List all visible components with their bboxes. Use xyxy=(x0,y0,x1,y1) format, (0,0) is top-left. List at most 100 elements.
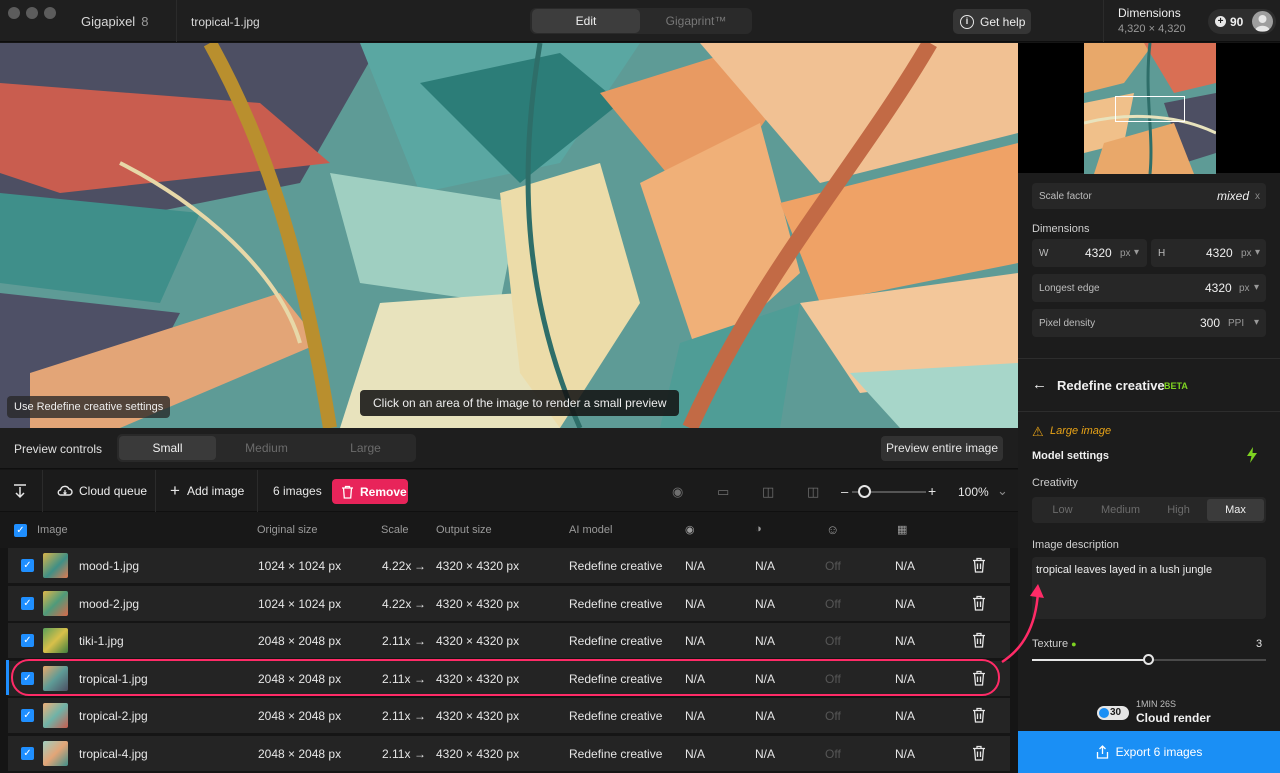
model-settings-label: Model settings xyxy=(1032,450,1110,462)
chevron-down-icon[interactable]: ▾ xyxy=(1254,317,1259,328)
row-output-size: 4320 × 4320 px xyxy=(436,747,520,761)
trash-icon xyxy=(342,485,353,499)
longest-edge-unit[interactable]: px xyxy=(1239,283,1250,294)
image-thumbnail xyxy=(43,628,68,653)
row-scale: 2.11x xyxy=(382,634,411,648)
column-ai-model[interactable]: AI model xyxy=(569,524,612,536)
creativity-selector: Low Medium High Max xyxy=(1032,497,1266,523)
height-unit[interactable]: px xyxy=(1241,248,1252,259)
pixel-density-unit[interactable]: PPI xyxy=(1228,318,1244,329)
texture-slider-handle[interactable] xyxy=(1143,654,1154,665)
creativity-max[interactable]: Max xyxy=(1207,499,1264,521)
row-value-3: Off xyxy=(825,559,841,573)
height-field[interactable]: H 4320 px ▾ xyxy=(1151,239,1266,267)
image-table-header: ✓ Image Original size Scale Output size … xyxy=(0,512,1018,548)
row-scale: 4.22x xyxy=(382,559,412,573)
export-button[interactable]: Export 6 images xyxy=(1018,731,1280,773)
remove-button[interactable]: Remove xyxy=(332,479,408,504)
delete-row-icon[interactable] xyxy=(972,557,986,573)
table-row[interactable]: ✓ mood-2.jpg 1024 × 1024 px 4.22x → 4320… xyxy=(8,586,1010,621)
table-row[interactable]: ✓ tropical-2.jpg 2048 × 2048 px 2.11x → … xyxy=(8,698,1010,733)
side-by-side-view-icon[interactable]: ◫​ xyxy=(807,484,819,500)
image-thumbnail xyxy=(43,741,68,766)
account-credits[interactable]: + 90 xyxy=(1208,9,1276,34)
chevron-down-icon[interactable]: ⌄ xyxy=(997,483,1008,499)
chevron-down-icon[interactable]: ▾ xyxy=(1254,282,1259,293)
get-help-label: Get help xyxy=(980,14,1026,29)
cloud-queue-button[interactable]: Cloud queue xyxy=(57,470,147,512)
table-row[interactable]: ✓ tiki-1.jpg 2048 × 2048 px 2.11x → 4320… xyxy=(8,623,1010,658)
image-settings-icon: ▦ xyxy=(897,524,908,536)
row-value-2: N/A xyxy=(755,634,776,648)
image-preview[interactable] xyxy=(0,43,1018,428)
table-row[interactable]: ✓ mood-1.jpg 1024 × 1024 px 4.22x → 4320… xyxy=(8,548,1010,583)
arrow-right-icon: → xyxy=(414,597,426,611)
image-thumbnail xyxy=(43,553,68,578)
split-view-icon[interactable]: ◫ xyxy=(762,484,774,500)
tab-edit[interactable]: Edit xyxy=(532,9,640,33)
row-ai-model: Redefine creative xyxy=(569,747,663,761)
collapse-panel-button[interactable] xyxy=(13,470,27,512)
width-field[interactable]: W 4320 px ▾ xyxy=(1032,239,1147,267)
preview-size-large[interactable]: Large xyxy=(317,436,414,460)
column-output-size[interactable]: Output size xyxy=(436,524,492,536)
row-value-1: N/A xyxy=(685,709,706,723)
preview-size-small[interactable]: Small xyxy=(119,436,216,460)
single-view-icon[interactable]: ▭ xyxy=(717,484,729,500)
chevron-down-icon[interactable]: ▾ xyxy=(1255,247,1260,258)
row-checkbox[interactable]: ✓ xyxy=(21,559,34,572)
zoom-slider-handle[interactable] xyxy=(858,485,871,498)
preview-entire-image-button[interactable]: Preview entire image xyxy=(881,436,1003,461)
zoom-window-button[interactable] xyxy=(44,7,56,19)
preview-size-medium[interactable]: Medium xyxy=(218,436,315,460)
scale-factor-field[interactable]: Scale factor mixed x xyxy=(1032,183,1266,209)
creativity-low[interactable]: Low xyxy=(1034,499,1091,521)
cloud-render-time: 1MIN 26S xyxy=(1136,699,1177,709)
avatar[interactable] xyxy=(1252,11,1273,32)
navigator-viewport-box[interactable] xyxy=(1115,96,1185,122)
zoom-out-icon[interactable]: – xyxy=(841,484,848,499)
back-arrow-icon[interactable]: ← xyxy=(1032,376,1047,393)
scale-factor-clear[interactable]: x xyxy=(1255,191,1260,202)
table-row[interactable]: ✓ tropical-4.jpg 2048 × 2048 px 2.11x → … xyxy=(8,736,1010,771)
minimize-window-button[interactable] xyxy=(26,7,38,19)
chevron-down-icon[interactable]: ▾ xyxy=(1134,247,1139,258)
delete-row-icon[interactable] xyxy=(972,595,986,611)
image-description-input[interactable]: tropical leaves layed in a lush jungle xyxy=(1032,557,1266,619)
row-output-size: 4320 × 4320 px xyxy=(436,634,520,648)
get-help-button[interactable]: i Get help xyxy=(953,9,1031,34)
eye-icon[interactable]: ◉ xyxy=(672,484,683,500)
zoom-in-icon[interactable]: + xyxy=(928,483,936,499)
column-scale[interactable]: Scale xyxy=(381,524,409,536)
zoom-level[interactable]: 100% xyxy=(958,485,989,499)
navigator-thumbnail[interactable] xyxy=(1084,43,1216,174)
cloud-render-option[interactable]: 30 1MIN 26S Cloud render xyxy=(1018,689,1280,732)
creativity-high[interactable]: High xyxy=(1150,499,1207,521)
row-original-size: 2048 × 2048 px xyxy=(258,634,342,648)
column-original-size[interactable]: Original size xyxy=(257,524,318,536)
close-window-button[interactable] xyxy=(8,7,20,19)
row-ai-model: Redefine creative xyxy=(569,709,663,723)
delete-row-icon[interactable] xyxy=(972,707,986,723)
row-checkbox[interactable]: ✓ xyxy=(21,597,34,610)
lightning-icon[interactable] xyxy=(1246,447,1258,463)
info-icon: i xyxy=(960,14,974,29)
creativity-medium[interactable]: Medium xyxy=(1092,499,1149,521)
row-checkbox[interactable]: ✓ xyxy=(21,634,34,647)
width-unit[interactable]: px xyxy=(1120,248,1131,259)
longest-edge-field[interactable]: Longest edge 4320 px ▾ xyxy=(1032,274,1266,302)
image-thumbnail xyxy=(43,703,68,728)
select-all-checkbox[interactable]: ✓ xyxy=(14,524,27,537)
delete-row-icon[interactable] xyxy=(972,745,986,761)
warning-icon: ⚠ xyxy=(1032,424,1044,439)
delete-row-icon[interactable] xyxy=(972,632,986,648)
use-redefine-settings-badge[interactable]: Use Redefine creative settings xyxy=(7,396,171,418)
row-value-3: Off xyxy=(825,709,841,723)
pixel-density-field[interactable]: Pixel density 300 PPI ▾ xyxy=(1032,309,1266,337)
row-checkbox[interactable]: ✓ xyxy=(21,709,34,722)
column-image[interactable]: Image xyxy=(37,524,68,536)
row-checkbox[interactable]: ✓ xyxy=(21,747,34,760)
tab-gigaprint[interactable]: Gigaprint™ xyxy=(642,9,750,33)
add-image-button[interactable]: + Add image xyxy=(170,470,244,512)
scale-factor-value: mixed xyxy=(1217,189,1250,203)
